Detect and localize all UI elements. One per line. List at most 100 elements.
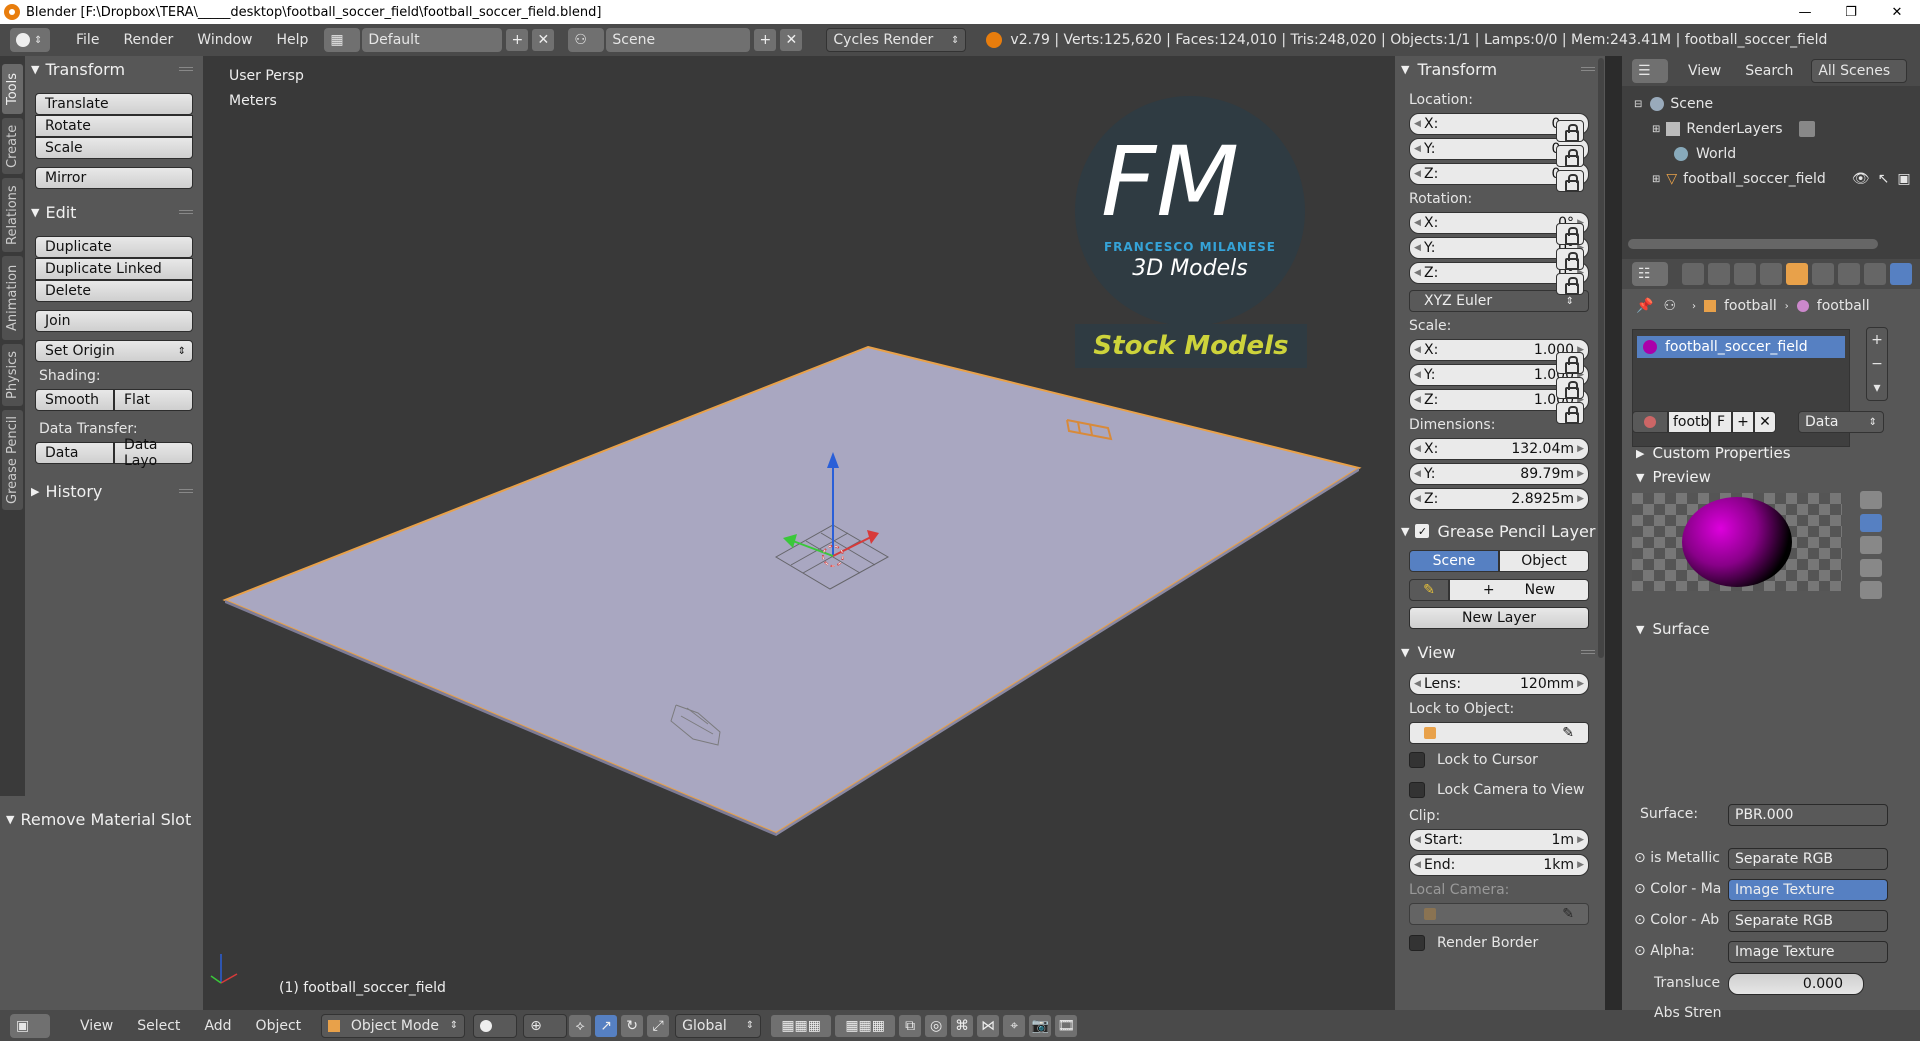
scale-manipulator-icon[interactable]: ⤢ xyxy=(647,1014,670,1037)
material-tab-icon[interactable] xyxy=(1890,263,1912,285)
tab-tools[interactable]: Tools xyxy=(2,64,23,114)
3d-viewport[interactable]: User Persp Meters FM FRANCESCO MILANESE … xyxy=(203,56,1395,1010)
lock-rotation-z-icon[interactable] xyxy=(1556,273,1584,295)
mirror-button[interactable]: Mirror xyxy=(35,167,193,189)
render-layer-toggle-icon[interactable] xyxy=(1798,121,1815,137)
clip-start-field[interactable]: ◀ Start: 1m ▶ xyxy=(1409,829,1589,851)
scene-tab-icon[interactable] xyxy=(1734,263,1756,285)
outliner-editor-type-button[interactable]: ☰ xyxy=(1632,59,1668,83)
menu-add[interactable]: Add xyxy=(192,1018,243,1034)
lock-object-field[interactable]: ✎ xyxy=(1409,722,1589,744)
data-tab-icon[interactable] xyxy=(1864,263,1886,285)
tab-relations[interactable]: Relations xyxy=(2,178,23,252)
layout-selector-button[interactable]: ▦ xyxy=(324,28,361,52)
editor-type-button[interactable]: ⇕ xyxy=(10,28,50,52)
lock-location-x-icon[interactable] xyxy=(1556,120,1584,142)
lock-rotation-x-icon[interactable] xyxy=(1556,223,1584,245)
add-layout-button[interactable]: + xyxy=(506,29,529,51)
expand-icon[interactable]: ⊞ xyxy=(1652,174,1660,185)
n-transform-header[interactable]: ▼ Transform xyxy=(1395,56,1605,82)
cube-preview-icon[interactable] xyxy=(1860,536,1882,554)
outliner-search-menu[interactable]: Search xyxy=(1745,63,1793,79)
proportional-edit-icon[interactable]: ◎ xyxy=(925,1014,948,1037)
checkbox-checked-icon[interactable]: ✓ xyxy=(1415,524,1430,538)
menu-object[interactable]: Object xyxy=(244,1018,314,1034)
outliner-scrollbar[interactable] xyxy=(1628,239,1878,249)
history-panel-header[interactable]: ▶ History xyxy=(25,478,203,504)
set-origin-dropdown[interactable]: Set Origin ⇕ xyxy=(35,340,193,362)
eyedropper-icon[interactable]: ✎ xyxy=(1562,725,1574,741)
outliner-view-menu[interactable]: View xyxy=(1688,63,1721,79)
hair-preview-icon[interactable] xyxy=(1860,581,1882,599)
cursor-icon[interactable]: ↖ xyxy=(1878,171,1890,187)
modifiers-tab-icon[interactable] xyxy=(1838,263,1860,285)
duplicate-linked-button[interactable]: Duplicate Linked xyxy=(35,258,193,280)
gp-object-toggle[interactable]: Object xyxy=(1499,550,1589,572)
lock-layers-icon[interactable]: ⧉ xyxy=(899,1014,922,1037)
flat-preview-icon[interactable] xyxy=(1860,491,1882,509)
close-button[interactable]: ✕ xyxy=(1874,0,1920,24)
material-name-field[interactable]: footb xyxy=(1668,411,1710,433)
transform-orientation-dropdown[interactable]: Global ⇕ xyxy=(675,1013,762,1038)
flat-shading-button[interactable]: Flat xyxy=(114,389,193,411)
constraints-tab-icon[interactable] xyxy=(1812,263,1834,285)
view-editor-type-button[interactable]: ▣ xyxy=(10,1013,50,1038)
scene-name-field[interactable]: Scene xyxy=(606,28,751,52)
is-metallic-input-dropdown[interactable]: Separate RGB xyxy=(1728,848,1888,870)
translate-button[interactable]: Translate xyxy=(35,93,193,115)
outliner-item-football-soccer-field[interactable]: ⊞ ▽ football_soccer_field 👁 ↖ ▣ xyxy=(1652,171,1911,187)
translucent-field[interactable]: 0.000 xyxy=(1728,973,1864,995)
clip-end-field[interactable]: ◀ End: 1km ▶ xyxy=(1409,854,1589,876)
outliner-item-scene[interactable]: ⊟ Scene xyxy=(1634,96,1713,112)
outliner-filter-dropdown[interactable]: All Scenes xyxy=(1811,59,1908,83)
checkbox-icon[interactable] xyxy=(1409,935,1425,951)
remove-scene-button[interactable]: ✕ xyxy=(780,29,803,51)
gp-scene-toggle[interactable]: Scene xyxy=(1409,550,1499,572)
snap-element-icon[interactable]: ⋈ xyxy=(977,1014,1000,1037)
delete-button[interactable]: Delete xyxy=(35,280,193,302)
dimension-y-field[interactable]: ◀ Y: 89.79m ▶ xyxy=(1409,463,1589,485)
lock-scale-y-icon[interactable] xyxy=(1556,377,1584,399)
color-ma-input-dropdown[interactable]: Image Texture xyxy=(1728,879,1888,901)
remove-slot-icon[interactable]: − xyxy=(1871,356,1883,372)
material-browse-button[interactable] xyxy=(1632,411,1668,433)
scale-button[interactable]: Scale xyxy=(35,137,193,159)
collapse-icon[interactable]: ⊟ xyxy=(1634,99,1642,110)
snap-target-icon[interactable]: ⌖ xyxy=(1003,1014,1026,1037)
object-tab-icon[interactable] xyxy=(1786,263,1808,285)
pivot-point-dropdown[interactable]: ⊕ xyxy=(523,1013,568,1038)
menu-window[interactable]: Window xyxy=(185,32,264,48)
add-slot-icon[interactable]: + xyxy=(1871,332,1883,348)
expand-icon[interactable]: ⊞ xyxy=(1652,124,1660,135)
translate-manipulator-icon[interactable]: ↗ xyxy=(595,1014,618,1037)
alpha-input-dropdown[interactable]: Image Texture xyxy=(1728,941,1888,963)
edit-panel-header[interactable]: ▼ Edit xyxy=(25,199,203,225)
snap-toggle-icon[interactable]: ⌘ xyxy=(951,1014,974,1037)
world-tab-icon[interactable] xyxy=(1760,263,1782,285)
grip-icon[interactable] xyxy=(1581,67,1595,71)
lens-field[interactable]: ◀ Lens: 120mm ▶ xyxy=(1409,673,1589,695)
tab-animation[interactable]: Animation xyxy=(2,256,23,340)
render-image-icon[interactable]: 📷 xyxy=(1029,1014,1052,1037)
menu-view[interactable]: View xyxy=(68,1018,125,1034)
color-ab-input-dropdown[interactable]: Separate RGB xyxy=(1728,910,1888,932)
lock-to-cursor-checkbox[interactable]: Lock to Cursor xyxy=(1395,748,1605,772)
rotate-manipulator-icon[interactable]: ↻ xyxy=(621,1014,644,1037)
view-panel-header[interactable]: ▼ View xyxy=(1395,639,1605,665)
checkbox-icon[interactable] xyxy=(1409,752,1425,768)
lock-scale-x-icon[interactable] xyxy=(1556,352,1584,374)
camera-render-icon[interactable]: ▣ xyxy=(1897,171,1910,187)
join-button[interactable]: Join xyxy=(35,310,193,332)
properties-region-scrollbar[interactable] xyxy=(1598,58,1604,658)
menu-help[interactable]: Help xyxy=(264,32,320,48)
render-animation-icon[interactable]: 🎞 xyxy=(1055,1014,1078,1037)
remove-layout-button[interactable]: ✕ xyxy=(532,29,555,51)
grip-icon[interactable] xyxy=(179,67,193,71)
properties-editor-type-button[interactable]: ☷ xyxy=(1632,262,1668,286)
tab-create[interactable]: Create xyxy=(2,118,23,174)
material-slot-item[interactable]: football_soccer_field xyxy=(1637,336,1845,358)
maximize-button[interactable]: ❐ xyxy=(1828,0,1874,24)
grip-icon[interactable] xyxy=(179,210,193,214)
pencil-icon[interactable]: ✎ xyxy=(1409,579,1449,601)
layout-name-field[interactable]: Default xyxy=(362,28,503,52)
